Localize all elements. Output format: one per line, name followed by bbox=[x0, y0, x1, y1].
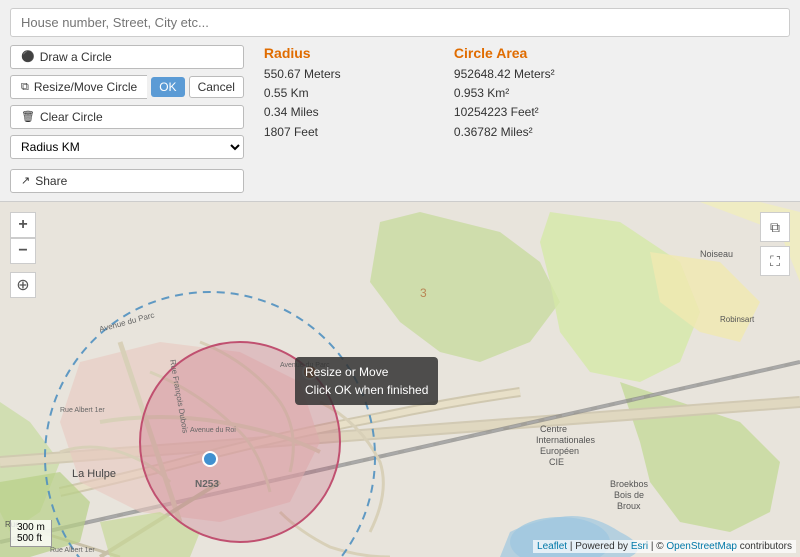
svg-text:Broux: Broux bbox=[617, 501, 641, 511]
controls-row: ⚫ Draw a Circle ⧉ Resize/Move Circle OK … bbox=[10, 45, 790, 193]
resize-move-label: Resize/Move Circle bbox=[34, 80, 137, 94]
share-icon: ↗ bbox=[21, 176, 30, 187]
trash-icon: 🗑 bbox=[21, 112, 35, 123]
radius-unit-select[interactable]: Radius KM Radius Miles Radius Meters bbox=[10, 135, 244, 159]
attribution-contributors: contributors bbox=[740, 541, 792, 552]
radius-feet: 1807 Feet bbox=[264, 123, 424, 142]
circle-area-info-panel: Circle Area 952648.42 Meters² 0.953 Km² … bbox=[454, 45, 634, 142]
svg-text:Bois de: Bois de bbox=[614, 490, 644, 500]
top-panel: ⚫ Draw a Circle ⧉ Resize/Move Circle OK … bbox=[0, 0, 800, 202]
svg-text:CIE: CIE bbox=[549, 457, 564, 467]
resize-move-row: ⧉ Resize/Move Circle OK Cancel bbox=[10, 75, 244, 99]
radius-title: Radius bbox=[264, 45, 424, 61]
map-controls-left: + − ⊕ bbox=[10, 212, 36, 298]
svg-text:La Hulpe: La Hulpe bbox=[72, 468, 116, 480]
circle-area-title: Circle Area bbox=[454, 45, 634, 61]
area-meters2: 952648.42 Meters² bbox=[454, 65, 634, 84]
radius-info-panel: Radius 550.67 Meters 0.55 Km 0.34 Miles … bbox=[264, 45, 424, 142]
layers-icon: ⧉ bbox=[770, 219, 780, 236]
scale-bar: 300 m 500 ft bbox=[10, 520, 52, 547]
map-background: La Hulpe N253 3 Centre Internationales E… bbox=[0, 202, 800, 557]
svg-text:Robinsart: Robinsart bbox=[720, 315, 755, 324]
svg-text:3: 3 bbox=[420, 286, 427, 300]
radius-meters: 550.67 Meters bbox=[264, 65, 424, 84]
svg-text:Rue Albert 1er: Rue Albert 1er bbox=[60, 407, 105, 414]
clear-circle-button[interactable]: 🗑 Clear Circle bbox=[10, 105, 244, 129]
esri-link[interactable]: Esri bbox=[631, 541, 648, 552]
draw-circle-button[interactable]: ⚫ Draw a Circle bbox=[10, 45, 244, 69]
draw-circle-label: Draw a Circle bbox=[40, 50, 112, 64]
resize-move-button[interactable]: ⧉ Resize/Move Circle bbox=[10, 75, 147, 99]
area-miles2: 0.36782 Miles² bbox=[454, 123, 634, 142]
scale-500ft: 500 ft bbox=[17, 533, 45, 544]
attribution-sep1: | Powered by bbox=[570, 541, 631, 552]
fullscreen-button[interactable]: ⛶ bbox=[760, 246, 790, 276]
buttons-col: ⚫ Draw a Circle ⧉ Resize/Move Circle OK … bbox=[10, 45, 244, 193]
svg-text:Avenue du Roi: Avenue du Roi bbox=[190, 427, 236, 434]
svg-text:Centre: Centre bbox=[540, 424, 567, 434]
osm-link[interactable]: OpenStreetMap bbox=[666, 541, 737, 552]
cancel-button[interactable]: Cancel bbox=[189, 76, 244, 98]
radius-km: 0.55 Km bbox=[264, 84, 424, 103]
attribution-sep2: | © bbox=[651, 541, 667, 552]
radius-miles: 0.34 Miles bbox=[264, 103, 424, 122]
svg-text:Internationales: Internationales bbox=[536, 435, 596, 445]
attribution: Leaflet | Powered by Esri | © OpenStreet… bbox=[533, 540, 796, 553]
svg-text:N253: N253 bbox=[195, 479, 219, 490]
share-label: Share bbox=[35, 174, 67, 188]
map-controls-right: ⧉ ⛶ bbox=[760, 212, 790, 276]
compass-icon: ⊕ bbox=[16, 275, 29, 295]
compass-button[interactable]: ⊕ bbox=[10, 272, 36, 298]
area-feet2: 10254223 Feet² bbox=[454, 103, 634, 122]
clear-circle-label: Clear Circle bbox=[40, 110, 103, 124]
area-km2: 0.953 Km² bbox=[454, 84, 634, 103]
svg-text:Avenue du Parc: Avenue du Parc bbox=[280, 362, 330, 369]
fullscreen-icon: ⛶ bbox=[770, 253, 780, 270]
circle-dot-icon: ⚫ bbox=[21, 52, 35, 63]
leaflet-link[interactable]: Leaflet bbox=[537, 541, 567, 552]
resize-icon: ⧉ bbox=[21, 82, 29, 93]
search-input[interactable] bbox=[10, 8, 790, 37]
share-button[interactable]: ↗ Share bbox=[10, 169, 244, 193]
svg-text:Broekbos: Broekbos bbox=[610, 479, 649, 489]
scale-300m: 300 m bbox=[17, 522, 45, 533]
svg-text:Européen: Européen bbox=[540, 446, 579, 456]
layers-button[interactable]: ⧉ bbox=[760, 212, 790, 242]
svg-text:Noiseau: Noiseau bbox=[700, 249, 733, 259]
map-container[interactable]: La Hulpe N253 3 Centre Internationales E… bbox=[0, 202, 800, 557]
zoom-out-button[interactable]: − bbox=[10, 238, 36, 264]
ok-button[interactable]: OK bbox=[151, 77, 184, 97]
zoom-in-button[interactable]: + bbox=[10, 212, 36, 238]
